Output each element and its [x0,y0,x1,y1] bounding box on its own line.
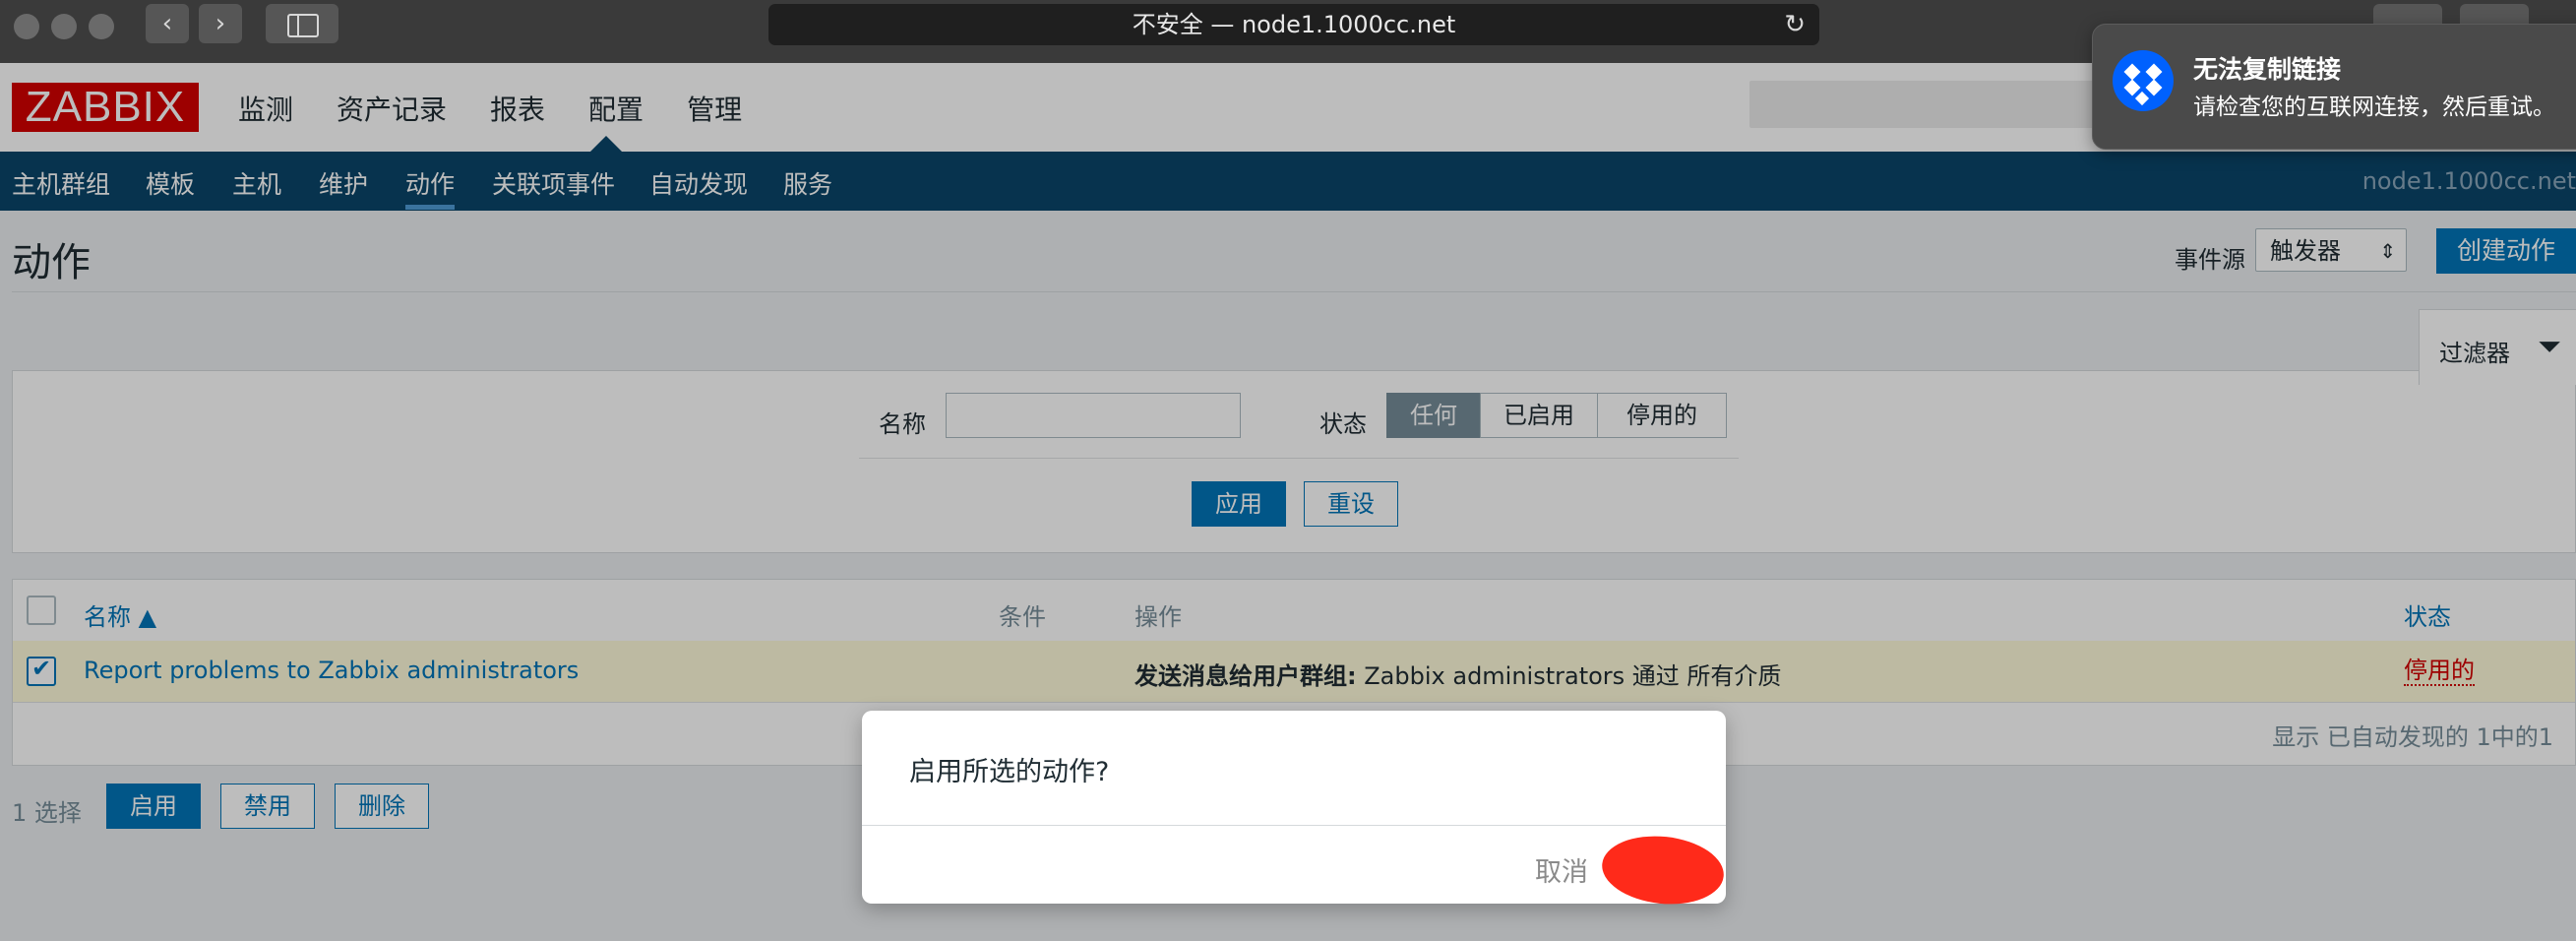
address-bar[interactable]: 不安全 — node1.1000cc.net ↻ [768,4,1819,45]
back-icon[interactable]: ‹ [146,4,189,43]
dialog-divider [862,825,1726,826]
close-window-icon[interactable] [14,14,39,39]
address-text: 不安全 — node1.1000cc.net [1132,11,1456,38]
cancel-button[interactable]: 取消 [1535,850,1588,889]
dialog-message: 启用所选的动作? [909,757,1110,787]
ok-button-redaction[interactable] [1598,830,1728,910]
forward-icon[interactable]: › [199,4,242,43]
minimize-window-icon[interactable] [51,14,77,39]
system-notification[interactable]: 无法复制链接 请检查您的互联网连接，然后重试。 [2092,24,2576,150]
confirm-dialog: 启用所选的动作? 取消 [862,711,1728,910]
sidebar-toggle-icon[interactable] [266,4,338,43]
notification-title: 无法复制链接 [2193,55,2342,84]
reload-icon[interactable]: ↻ [1784,4,1806,45]
notification-body: 请检查您的互联网连接，然后重试。 [2193,94,2555,120]
dropbox-icon [2113,50,2174,111]
zoom-window-icon[interactable] [89,14,114,39]
